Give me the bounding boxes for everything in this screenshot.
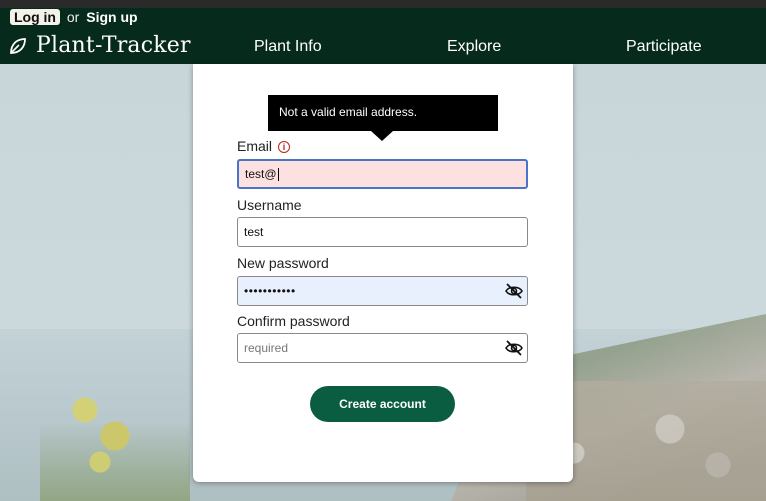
brand-logo[interactable]: Plant-Tracker	[8, 33, 191, 58]
confirm-password-label: Confirm password	[237, 313, 350, 329]
create-account-button[interactable]: Create account	[310, 386, 455, 422]
signup-link[interactable]: Sign up	[86, 9, 137, 25]
login-button[interactable]: Log in	[10, 9, 60, 25]
validation-tooltip: Not a valid email address.	[268, 95, 498, 131]
eye-slash-icon[interactable]	[505, 283, 523, 299]
email-label-text: Email	[237, 138, 273, 154]
email-value: test@	[245, 167, 277, 181]
navbar: Log in or Sign up Plant-Tracker Plant In…	[0, 8, 766, 64]
eye-slash-icon[interactable]	[505, 340, 523, 356]
nav-explore[interactable]: Explore	[447, 38, 501, 56]
username-value: test	[244, 225, 264, 239]
email-field[interactable]: test@	[237, 159, 528, 189]
tooltip-arrow	[371, 131, 393, 141]
or-text: or	[66, 9, 80, 25]
nav-participate[interactable]: Participate	[626, 38, 702, 56]
nav-plant-info[interactable]: Plant Info	[254, 38, 322, 56]
new-password-value: •••••••••••	[244, 284, 296, 298]
email-label: Email i	[237, 138, 291, 154]
username-label: Username	[237, 197, 302, 213]
username-field[interactable]: test	[237, 217, 528, 247]
confirm-password-placeholder: required	[244, 341, 289, 355]
auth-links: Log in or Sign up	[10, 9, 138, 25]
text-caret	[277, 167, 279, 181]
confirm-password-field[interactable]: required	[237, 333, 528, 363]
leaf-icon	[10, 37, 26, 54]
new-password-label: New password	[237, 255, 329, 271]
new-password-field[interactable]: •••••••••••	[237, 276, 528, 306]
error-info-icon: i	[278, 141, 291, 153]
brand-name: Plant-Tracker	[36, 33, 191, 58]
browser-top-strip	[0, 0, 766, 8]
